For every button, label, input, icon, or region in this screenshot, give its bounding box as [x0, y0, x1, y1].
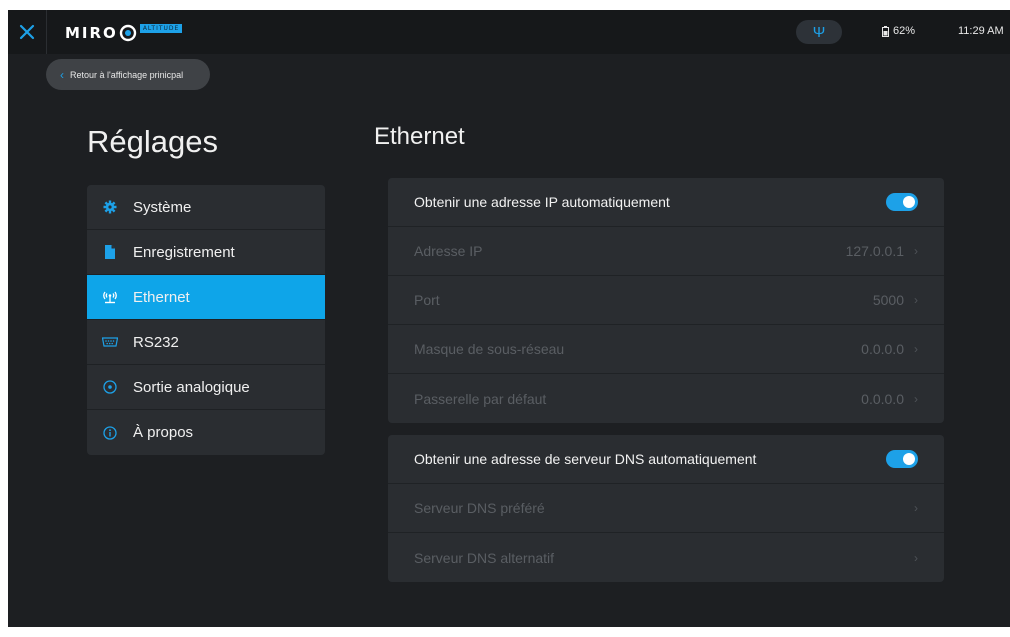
preferred-dns-row: Serveur DNS préféré › — [388, 484, 944, 533]
sidebar-item-enregistrement[interactable]: Enregistrement — [87, 230, 325, 275]
auto-ip-toggle[interactable] — [886, 193, 918, 211]
port-row: Port 5000 › — [388, 276, 944, 325]
auto-dns-row[interactable]: Obtenir une adresse de serveur DNS autom… — [388, 435, 944, 484]
usb-icon: Ψ — [812, 23, 826, 41]
logo-ring-icon — [119, 24, 137, 42]
page-title: Réglages — [87, 124, 218, 159]
default-gateway-row: Passerelle par défaut 0.0.0.0 › — [388, 374, 944, 423]
ip-address-value: 127.0.0.1 — [845, 243, 904, 259]
auto-dns-label: Obtenir une adresse de serveur DNS autom… — [414, 451, 757, 467]
usb-status[interactable]: Ψ — [796, 20, 842, 44]
chevron-left-icon: ‹ — [60, 67, 64, 82]
top-bar: MIRO ALTITUDE Ψ 62% 11:29 AM — [8, 10, 1010, 54]
sidebar-item-label: À propos — [133, 424, 194, 441]
sidebar-item-rs232[interactable]: RS232 — [87, 320, 325, 365]
sidebar-item-a-propos[interactable]: À propos — [87, 410, 325, 455]
clock: 11:29 AM — [958, 25, 1004, 37]
dns-settings-panel: Obtenir une adresse de serveur DNS autom… — [388, 435, 944, 582]
chevron-right-icon: › — [914, 391, 918, 406]
chevron-right-icon: › — [914, 342, 918, 356]
ethernet-icon — [87, 290, 133, 304]
analog-output-icon — [87, 380, 133, 394]
sidebar-item-systeme[interactable]: Système — [87, 185, 325, 230]
default-gateway-value: 0.0.0.0 — [861, 390, 904, 407]
sidebar-item-label: RS232 — [133, 333, 179, 351]
logo-text: MIRO — [65, 24, 118, 42]
close-icon — [19, 24, 35, 40]
sidebar-item-label: Système — [133, 198, 192, 216]
ip-settings-panel: Obtenir une adresse IP automatiquement A… — [388, 178, 944, 423]
default-gateway-label: Passerelle par défaut — [414, 390, 547, 407]
sidebar-item-sortie-analogique[interactable]: Sortie analogique — [87, 365, 325, 410]
subnet-mask-row: Masque de sous-réseau 0.0.0.0 › — [388, 325, 944, 374]
section-title: Ethernet — [374, 123, 465, 150]
auto-dns-toggle[interactable] — [886, 450, 918, 468]
chevron-right-icon: › — [914, 293, 918, 307]
sidebar-item-label: Ethernet — [133, 288, 190, 306]
chevron-right-icon: › — [914, 550, 918, 565]
alternate-dns-row: Serveur DNS alternatif › — [388, 533, 944, 582]
port-value: 5000 — [872, 292, 904, 308]
battery-status: 62% — [882, 25, 915, 37]
subnet-mask-label: Masque de sous-réseau — [414, 341, 565, 357]
preferred-dns-label: Serveur DNS préféré — [414, 500, 545, 516]
info-icon — [87, 425, 133, 440]
battery-level: 62% — [893, 25, 916, 37]
ip-address-row: Adresse IP 127.0.0.1 › — [388, 227, 944, 276]
sidebar-item-ethernet[interactable]: Ethernet — [87, 275, 325, 320]
back-to-main-button[interactable]: ‹ Retour à l'affichage prinicpal — [46, 59, 210, 90]
chevron-right-icon: › — [914, 501, 918, 515]
port-label: Port — [414, 292, 440, 308]
settings-sidebar: Système Enregistrement Ethernet RS232 So… — [87, 185, 325, 455]
gear-icon — [87, 200, 133, 214]
logo-badge: ALTITUDE — [139, 23, 183, 33]
serial-port-icon — [87, 337, 133, 347]
subnet-mask-value: 0.0.0.0 — [861, 341, 904, 357]
close-button[interactable] — [8, 10, 47, 54]
auto-ip-row[interactable]: Obtenir une adresse IP automatiquement — [388, 178, 944, 227]
sidebar-item-label: Enregistrement — [133, 243, 235, 261]
battery-icon — [882, 25, 889, 37]
ip-address-label: Adresse IP — [414, 243, 483, 259]
auto-ip-label: Obtenir une adresse IP automatiquement — [414, 194, 670, 210]
back-label: Retour à l'affichage prinicpal — [70, 69, 184, 80]
sidebar-item-label: Sortie analogique — [133, 378, 250, 396]
chevron-right-icon: › — [914, 244, 918, 258]
alternate-dns-label: Serveur DNS alternatif — [414, 549, 555, 566]
settings-screen: MIRO ALTITUDE Ψ 62% 11:29 AM ‹ Retour à … — [8, 10, 1010, 627]
logo: MIRO ALTITUDE — [65, 23, 183, 43]
file-icon — [87, 245, 133, 259]
